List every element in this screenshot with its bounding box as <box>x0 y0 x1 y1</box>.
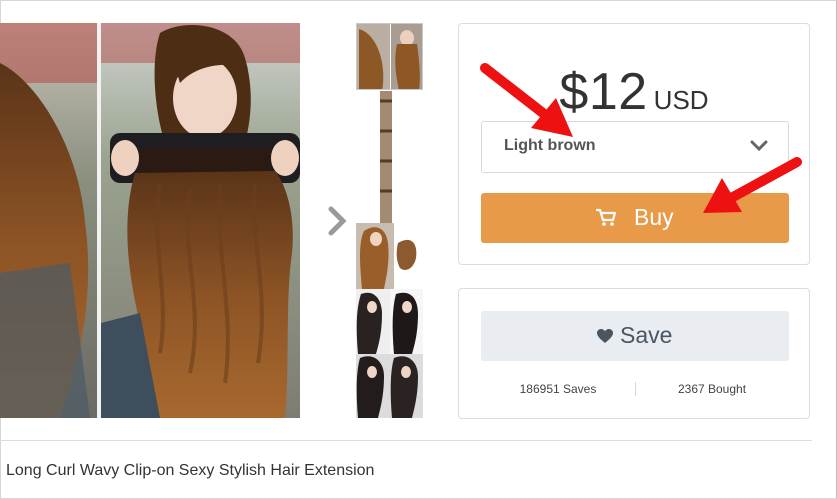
thumbnail-3[interactable] <box>356 223 423 289</box>
section-divider <box>0 440 812 441</box>
next-image-button[interactable] <box>325 203 351 239</box>
cart-icon <box>596 208 617 226</box>
thumbnail-2[interactable] <box>356 91 423 223</box>
chevron-down-icon <box>750 140 768 152</box>
price: $12 USD <box>459 62 809 122</box>
save-button[interactable]: Save <box>481 311 789 361</box>
variant-select[interactable]: Light brown <box>481 121 789 173</box>
stats-divider <box>635 382 636 396</box>
saves-count: 186951 Saves <box>519 382 597 396</box>
heart-icon <box>597 329 613 343</box>
product-title: Long Curl Wavy Clip-on Sexy Stylish Hair… <box>6 462 375 479</box>
price-currency: USD <box>653 85 709 115</box>
thumbnail-4[interactable] <box>356 289 423 354</box>
thumbnail-5[interactable] <box>356 354 423 418</box>
thumbnail-strip <box>356 23 423 418</box>
buy-button-label: Buy <box>634 204 674 230</box>
main-product-image <box>0 23 300 418</box>
bought-count: 2367 Bought <box>677 382 747 396</box>
variant-select-value: Light brown <box>504 137 596 154</box>
price-amount: $12 <box>559 63 648 121</box>
save-button-label: Save <box>620 322 673 348</box>
chevron-right-icon <box>328 206 347 236</box>
buy-button[interactable]: Buy <box>481 193 789 243</box>
save-panel: Save 186951 Saves 2367 Bought <box>458 288 810 419</box>
purchase-panel: $12 USD Light brown Buy <box>458 23 810 265</box>
thumbnail-1[interactable] <box>356 23 423 90</box>
